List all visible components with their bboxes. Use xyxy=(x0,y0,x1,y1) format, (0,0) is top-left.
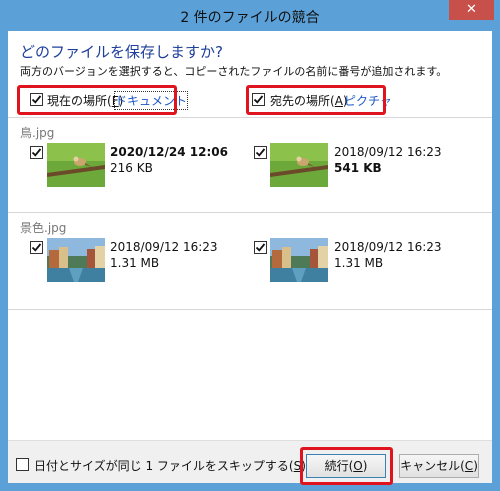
cancel-button[interactable]: キャンセル(C) xyxy=(399,454,479,478)
divider xyxy=(8,117,492,118)
close-button[interactable]: ✕ xyxy=(449,0,494,20)
bird-thumbnail[interactable] xyxy=(270,143,328,187)
checkmark-icon xyxy=(255,148,266,157)
divider xyxy=(8,309,492,310)
file-left-checkbox[interactable] xyxy=(30,241,43,254)
file-size: 1.31 MB xyxy=(334,256,384,270)
file-size: 1.31 MB xyxy=(110,256,160,270)
dialog-description: 両方のバージョンを選択すると、コピーされたファイルの名前に番号が追加されます。 xyxy=(20,65,448,78)
scenery-thumbnail[interactable] xyxy=(270,238,328,282)
dialog-footer: 日付とサイズが同じ 1 ファイルをスキップする(S) 続行(O) キャンセル(C… xyxy=(8,440,492,485)
file-left-checkbox[interactable] xyxy=(30,146,43,159)
file-left-info: 2020/12/24 12:06 216 KB xyxy=(110,144,228,176)
file-name: 鳥.jpg xyxy=(20,126,55,140)
window-title: 2 件のファイルの競合 xyxy=(180,10,320,26)
checkmark-icon xyxy=(255,243,266,252)
title-bar[interactable]: 2 件のファイルの競合 ✕ xyxy=(0,0,500,31)
file-size: 541 KB xyxy=(334,161,382,175)
dialog-window: 2 件のファイルの競合 ✕ どのファイルを保存しますか? 両方のバージョンを選択… xyxy=(0,0,500,491)
skip-same-files-checkbox[interactable] xyxy=(16,458,29,471)
file-left-info: 2018/09/12 16:23 1.31 MB xyxy=(110,239,218,271)
highlight-box-continue xyxy=(300,447,393,485)
dialog-heading: どのファイルを保存しますか? xyxy=(20,43,223,61)
divider xyxy=(8,212,492,213)
file-right-checkbox[interactable] xyxy=(254,146,267,159)
file-size: 216 KB xyxy=(110,161,153,175)
modified-date: 2018/09/12 16:23 xyxy=(110,240,218,254)
dialog-body: どのファイルを保存しますか? 両方のバージョンを選択すると、コピーされたファイル… xyxy=(8,31,492,485)
file-name: 景色.jpg xyxy=(20,221,67,235)
modified-date: 2018/09/12 16:23 xyxy=(334,240,442,254)
scenery-thumbnail[interactable] xyxy=(47,238,105,282)
file-right-info: 2018/09/12 16:23 541 KB xyxy=(334,144,442,176)
file-right-info: 2018/09/12 16:23 1.31 MB xyxy=(334,239,442,271)
bird-thumbnail[interactable] xyxy=(47,143,105,187)
highlight-box-destination xyxy=(246,85,386,115)
checkmark-icon xyxy=(31,243,42,252)
modified-date: 2018/09/12 16:23 xyxy=(334,145,442,159)
modified-date: 2020/12/24 12:06 xyxy=(110,145,228,159)
checkmark-icon xyxy=(31,148,42,157)
file-right-checkbox[interactable] xyxy=(254,241,267,254)
skip-same-files-label[interactable]: 日付とサイズが同じ 1 ファイルをスキップする(S) xyxy=(34,457,306,474)
highlight-box-source xyxy=(17,85,177,115)
